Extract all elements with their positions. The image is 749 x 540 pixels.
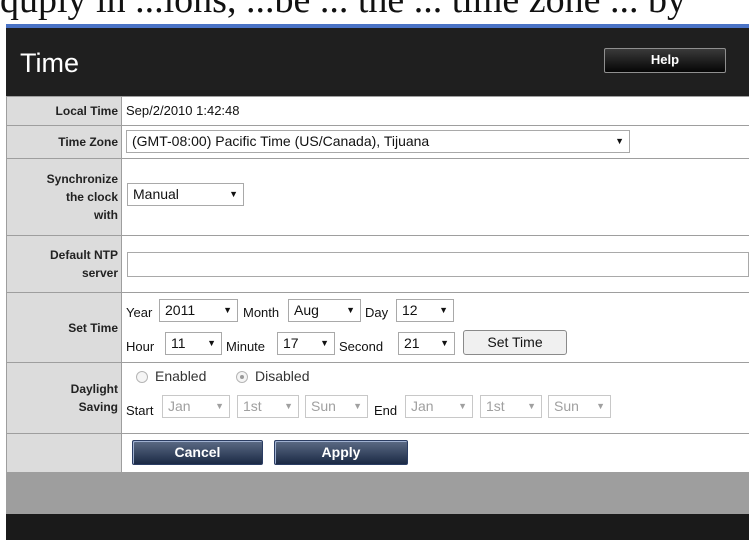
caret-down-icon: ▼ xyxy=(223,305,232,315)
caret-down-icon: ▼ xyxy=(229,189,238,199)
end-week-select[interactable]: 1st ▼ xyxy=(480,395,542,418)
sync-row: Synchronize the clock with Manual ▼ xyxy=(7,159,749,235)
local-time-row: Local Time Sep/2/2010 1:42:48 xyxy=(7,97,749,125)
local-time-cell: Sep/2/2010 1:42:48 xyxy=(122,97,749,125)
actions-label-cell xyxy=(7,434,121,472)
set-time-row: Set Time Year 2011 ▼ Month Aug ▼ Day 12 … xyxy=(7,293,749,362)
start-week-select[interactable]: 1st ▼ xyxy=(237,395,299,418)
time-zone-select[interactable]: (GMT-08:00) Pacific Time (US/Canada), Ti… xyxy=(126,130,630,153)
daylight-enabled-label: Enabled xyxy=(155,368,207,384)
month-label: Month xyxy=(243,305,280,320)
caret-down-icon: ▼ xyxy=(346,305,355,315)
caret-down-icon: ▼ xyxy=(320,338,329,348)
ntp-row: Default NTP server xyxy=(7,236,749,292)
caret-down-icon: ▼ xyxy=(440,338,449,348)
settings-form: Local Time Sep/2/2010 1:42:48 Time Zone … xyxy=(6,96,749,514)
time-zone-cell: (GMT-08:00) Pacific Time (US/Canada), Ti… xyxy=(122,126,749,158)
ntp-server-input[interactable] xyxy=(127,252,749,277)
end-month-select[interactable]: Jan ▼ xyxy=(405,395,473,418)
set-time-button[interactable]: Set Time xyxy=(463,330,567,355)
daylight-row: Daylight Saving Enabled Disabled Start J… xyxy=(7,363,749,433)
daylight-disabled-label: Disabled xyxy=(255,368,310,384)
time-zone-row: Time Zone (GMT-08:00) Pacific Time (US/C… xyxy=(7,126,749,158)
help-button[interactable]: Help xyxy=(604,48,726,73)
caret-down-icon: ▼ xyxy=(596,401,605,411)
set-time-cell: Year 2011 ▼ Month Aug ▼ Day 12 ▼ Hour 11 xyxy=(122,293,749,362)
sync-label: Synchronize the clock with xyxy=(7,159,121,235)
set-time-label: Set Time xyxy=(7,293,121,362)
year-label: Year xyxy=(126,305,153,320)
start-day-select[interactable]: Sun ▼ xyxy=(305,395,368,418)
second-label: Second xyxy=(339,339,384,354)
actions-row: Cancel Apply xyxy=(7,434,749,472)
end-day-select[interactable]: Sun ▼ xyxy=(548,395,611,418)
time-zone-label: Time Zone xyxy=(7,126,121,158)
caret-down-icon: ▼ xyxy=(527,401,536,411)
minute-select[interactable]: 17 ▼ xyxy=(277,332,335,355)
caret-down-icon: ▼ xyxy=(615,136,624,146)
daylight-cell: Enabled Disabled Start Jan ▼ 1st ▼ Sun ▼… xyxy=(122,363,749,433)
start-month-select[interactable]: Jan ▼ xyxy=(162,395,230,418)
panel-header: Time Help xyxy=(6,28,749,96)
local-time-value: Sep/2/2010 1:42:48 xyxy=(126,103,240,118)
ntp-label: Default NTP server xyxy=(7,236,121,292)
actions-cell: Cancel Apply xyxy=(122,434,749,472)
caret-down-icon: ▼ xyxy=(353,401,362,411)
day-label: Day xyxy=(365,305,389,320)
minute-label: Minute xyxy=(226,339,266,354)
panel-footer xyxy=(6,514,749,540)
caret-down-icon: ▼ xyxy=(439,305,448,315)
sync-mode-select[interactable]: Manual ▼ xyxy=(127,183,244,206)
router-settings-panel: Time Help Local Time Sep/2/2010 1:42:48 … xyxy=(6,24,749,540)
hour-label: Hour xyxy=(126,339,155,354)
year-select[interactable]: 2011 ▼ xyxy=(159,299,238,322)
caret-down-icon: ▼ xyxy=(458,401,467,411)
local-time-label: Local Time xyxy=(7,97,121,125)
daylight-label: Daylight Saving xyxy=(7,363,121,433)
month-select[interactable]: Aug ▼ xyxy=(288,299,361,322)
day-select[interactable]: 12 ▼ xyxy=(396,299,454,322)
end-label: End xyxy=(374,403,398,418)
daylight-disabled-radio[interactable] xyxy=(236,371,248,383)
cropped-text: quply in ...ions, ...be ... the ... time… xyxy=(0,0,687,21)
ntp-cell xyxy=(122,236,749,292)
sync-cell: Manual ▼ xyxy=(122,159,749,235)
caret-down-icon: ▼ xyxy=(284,401,293,411)
page-title: Time xyxy=(20,48,79,78)
caret-down-icon: ▼ xyxy=(207,338,216,348)
hour-select[interactable]: 11 ▼ xyxy=(165,332,222,355)
second-select[interactable]: 21 ▼ xyxy=(398,332,455,355)
apply-button[interactable]: Apply xyxy=(274,440,408,465)
cropped-text-strip: quply in ...ions, ...be ... the ... time… xyxy=(0,0,749,24)
start-label: Start xyxy=(126,403,154,418)
caret-down-icon: ▼ xyxy=(215,401,224,411)
daylight-enabled-radio[interactable] xyxy=(136,371,148,383)
cancel-button[interactable]: Cancel xyxy=(132,440,263,465)
